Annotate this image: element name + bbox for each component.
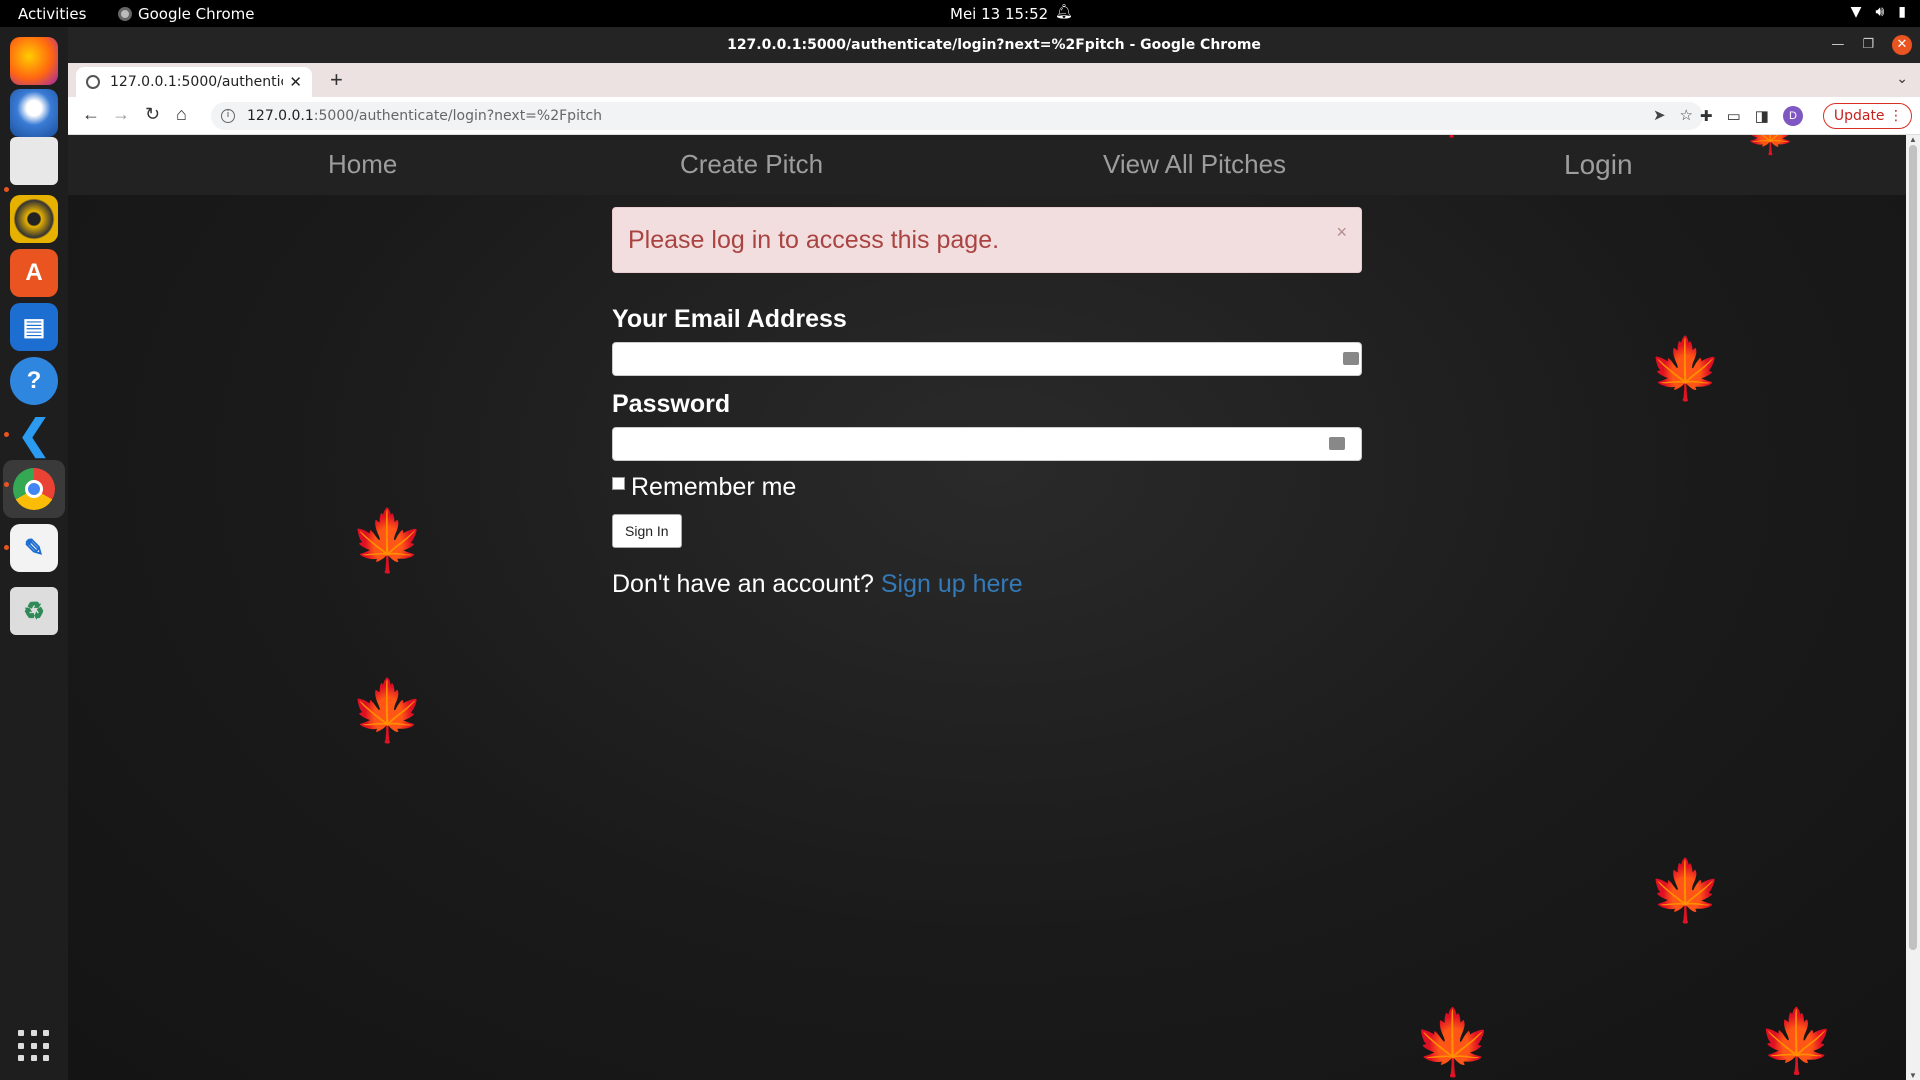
update-label: Update: [1833, 108, 1885, 124]
scrollbar-thumb[interactable]: [1909, 145, 1917, 950]
alert-close-icon[interactable]: ×: [1336, 222, 1347, 243]
kebab-menu-icon: ⋮: [1889, 108, 1903, 124]
page-viewport: Home Create Pitch View All Pitches Login…: [68, 135, 1920, 1080]
running-indicator: [4, 545, 9, 550]
app-menu[interactable]: Google Chrome: [118, 5, 255, 23]
scroll-up-icon[interactable]: ▲: [1909, 135, 1917, 144]
notification-icon: 🔔︎: [1055, 4, 1073, 20]
activities-button[interactable]: Activities: [18, 5, 86, 23]
thunderbird-icon[interactable]: [10, 89, 58, 137]
maple-leaf-icon: 🍁: [1758, 1007, 1836, 1076]
password-manager-icon[interactable]: [1343, 352, 1359, 365]
cast-icon[interactable]: ▭: [1727, 107, 1741, 125]
window-title: 127.0.0.1:5000/authenticate/login?next=%…: [727, 37, 1261, 53]
wifi-icon: ▼: [1850, 4, 1862, 20]
maple-leaf-icon: 🍁: [1648, 857, 1723, 924]
alert-message: Please log in to access this page.: [628, 226, 1000, 254]
maple-leaf-icon: 🍁: [1648, 335, 1723, 402]
chrome-window: 127.0.0.1:5000/authenticate/login?next=%…: [68, 27, 1920, 1080]
running-indicator: [4, 187, 9, 192]
page-favicon-icon: [86, 75, 100, 89]
maple-leaf-icon: 🍁: [350, 507, 425, 574]
show-apps-icon[interactable]: [18, 1030, 50, 1062]
running-indicator: [4, 482, 9, 487]
new-tab-icon[interactable]: +: [330, 67, 343, 93]
dock: A ▤ ? ❮ ✎ ♻: [0, 27, 68, 1080]
chrome-icon: [118, 7, 132, 21]
nav-login[interactable]: Login: [1564, 149, 1633, 181]
tab-search-icon[interactable]: ⌄: [1896, 70, 1908, 87]
remember-checkbox[interactable]: [612, 477, 625, 490]
page-scrollbar[interactable]: ▲ ▼: [1906, 135, 1920, 1080]
maple-leaf-icon: 🍁: [350, 677, 425, 744]
url-path: :5000/authenticate/login?next=%2Fpitch: [313, 108, 603, 124]
battery-icon: ▮: [1898, 4, 1906, 20]
home-icon[interactable]: ⌂: [176, 104, 187, 125]
send-icon[interactable]: ➤: [1653, 106, 1666, 124]
side-panel-icon[interactable]: ◨: [1755, 107, 1769, 125]
maximize-icon[interactable]: ❐: [1862, 27, 1874, 63]
nav-view-all-pitches[interactable]: View All Pitches: [1103, 149, 1286, 180]
remember-row: Remember me: [612, 473, 1362, 502]
maple-leaf-icon: 🍁: [1423, 135, 1480, 140]
profile-avatar[interactable]: D: [1782, 106, 1803, 126]
scroll-down-icon[interactable]: ▼: [1909, 1071, 1917, 1080]
firefox-icon[interactable]: [10, 37, 58, 85]
login-form: Your Email Address Password Remember me …: [612, 275, 1362, 599]
password-field[interactable]: [612, 427, 1362, 461]
text-editor-icon[interactable]: ✎: [10, 524, 58, 572]
trash-icon[interactable]: ♻: [10, 587, 58, 635]
nav-create-pitch[interactable]: Create Pitch: [680, 149, 823, 180]
maple-leaf-icon: 🍁: [1743, 135, 1798, 157]
tab-title: 127.0.0.1:5000/authenticate/login?next=%…: [110, 74, 283, 90]
url-host: 127.0.0.1: [247, 108, 314, 124]
browser-toolbar: ← → ↻ ⌂ i 127.0.0.1:5000/authenticate/lo…: [68, 97, 1920, 135]
signup-link[interactable]: Sign up here: [881, 570, 1023, 598]
minimize-icon[interactable]: —: [1831, 27, 1844, 63]
submit-row: Sign In: [612, 514, 1362, 548]
writer-icon[interactable]: ▤: [10, 303, 58, 351]
forward-icon[interactable]: →: [112, 104, 130, 125]
nav-home[interactable]: Home: [328, 149, 397, 180]
running-indicator: [4, 432, 9, 437]
close-window-icon[interactable]: ✕: [1892, 35, 1912, 55]
tab-strip: 127.0.0.1:5000/authenticate/login?next=%…: [68, 63, 1920, 97]
system-top-bar: Activities Google Chrome Mei 13 15:52 🔔︎…: [0, 0, 1920, 27]
address-bar[interactable]: i 127.0.0.1:5000/authenticate/login?next…: [211, 102, 1703, 130]
close-tab-icon[interactable]: ✕: [289, 73, 302, 91]
files-icon[interactable]: [10, 137, 58, 185]
email-field[interactable]: [612, 342, 1362, 376]
tab-active[interactable]: 127.0.0.1:5000/authenticate/login?next=%…: [76, 67, 312, 97]
sign-in-button[interactable]: Sign In: [612, 514, 682, 548]
clock[interactable]: Mei 13 15:52: [950, 5, 1048, 23]
rhythmbox-icon[interactable]: [10, 195, 58, 243]
signup-prompt: Don't have an account? Sign up here: [612, 570, 1362, 599]
volume-icon: 🔊︎: [1875, 4, 1885, 20]
vscode-icon[interactable]: ❮: [10, 411, 58, 459]
extensions-icon[interactable]: ✚: [1700, 107, 1713, 125]
update-button[interactable]: Update ⋮: [1822, 103, 1912, 129]
back-icon[interactable]: ←: [82, 104, 100, 125]
password-label: Password: [612, 390, 731, 418]
system-tray[interactable]: ▼ 🔊︎ ▮: [1851, 4, 1906, 20]
maple-leaf-icon: 🍁: [1413, 1006, 1493, 1078]
site-info-icon[interactable]: i: [221, 109, 235, 123]
help-icon[interactable]: ?: [10, 357, 58, 405]
chrome-dock-icon[interactable]: [3, 460, 65, 518]
password-manager-icon[interactable]: [1329, 437, 1345, 450]
remember-label: Remember me: [631, 473, 797, 501]
site-navbar: Home Create Pitch View All Pitches Login: [68, 135, 1906, 195]
app-menu-label: Google Chrome: [138, 5, 255, 23]
flash-alert: Please log in to access this page. ×: [612, 207, 1362, 273]
reload-icon[interactable]: ↻: [145, 104, 160, 125]
window-titlebar: 127.0.0.1:5000/authenticate/login?next=%…: [68, 27, 1920, 63]
software-center-icon[interactable]: A: [10, 249, 58, 297]
signup-prompt-text: Don't have an account?: [612, 570, 874, 598]
email-label: Your Email Address: [612, 305, 847, 333]
bookmark-star-icon[interactable]: ☆: [1680, 106, 1693, 124]
